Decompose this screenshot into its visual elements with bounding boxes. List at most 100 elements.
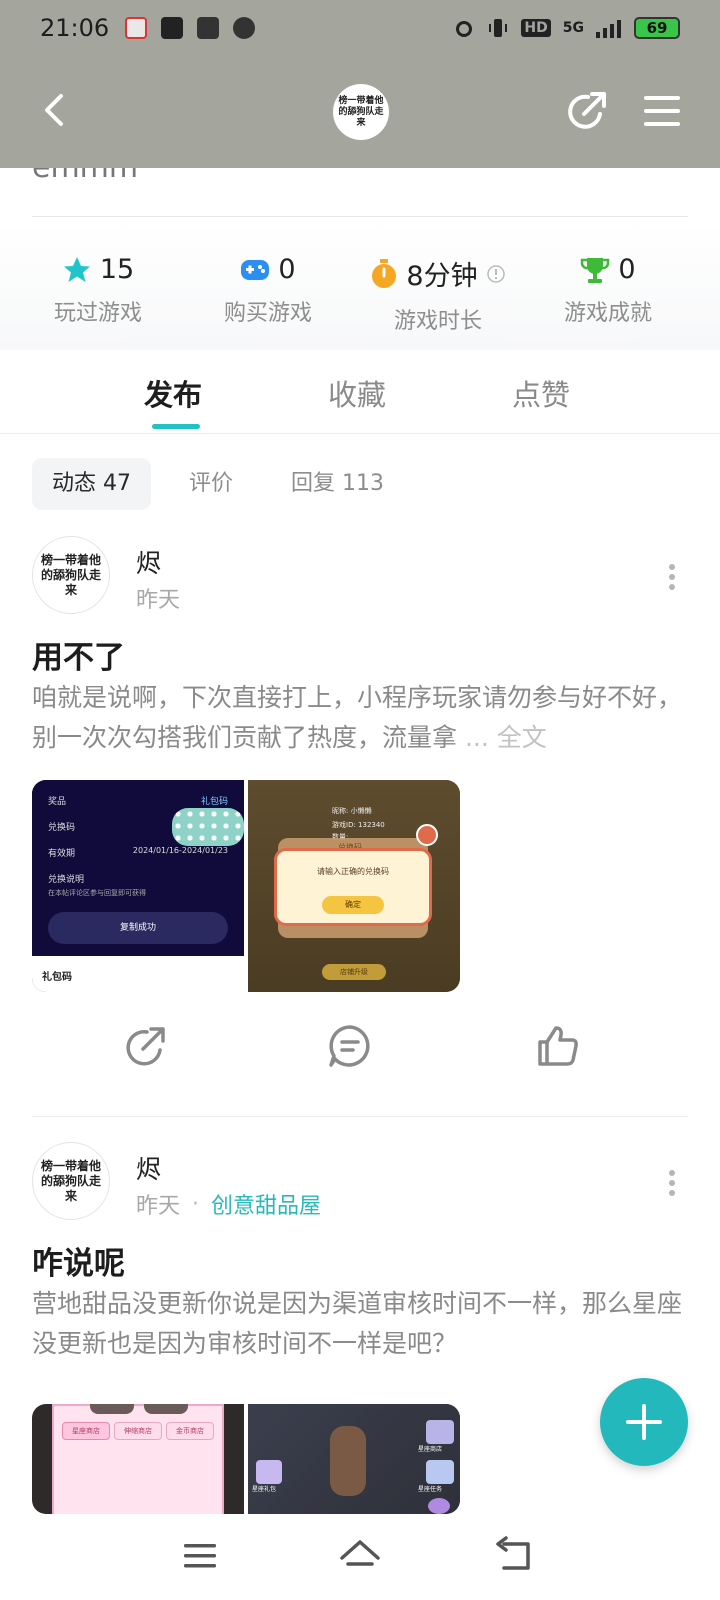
sub-tabs: 动态 47 评价 回复 113	[32, 458, 422, 510]
image-text: 确定	[322, 896, 384, 914]
post-username[interactable]: 烬	[136, 544, 161, 580]
stat-label: 游戏时长	[393, 309, 482, 334]
stat-played-games[interactable]: 15 玩过游戏	[8, 254, 188, 327]
post-username[interactable]: 烬	[136, 1150, 161, 1186]
image-text: 兑换说明	[48, 875, 85, 885]
stat-value: 0	[278, 254, 296, 285]
battery-indicator: 69	[634, 17, 680, 39]
stat-bought-games[interactable]: 0 购买游戏	[178, 254, 358, 327]
info-icon[interactable]	[486, 264, 506, 284]
signal-icon	[596, 20, 621, 38]
image-text: 礼包码	[200, 797, 228, 807]
dashen-app-icon	[161, 17, 184, 39]
post-title[interactable]: 用不了	[32, 632, 125, 677]
subtab-reviews[interactable]: 评价	[169, 458, 253, 510]
create-post-button[interactable]	[600, 1378, 688, 1466]
avatar[interactable]: 榜一带着他的舔狗队走来	[32, 536, 110, 614]
stats-panel: 15 玩过游戏 0 购买游戏 8分钟 游戏时长 0 游戏成就	[0, 220, 720, 350]
hd-badge: HD	[521, 19, 551, 37]
hamburger-menu-icon[interactable]	[642, 94, 682, 128]
stat-value: 0	[618, 254, 636, 285]
network-indicator: 5G	[562, 20, 584, 36]
home-icon[interactable]	[338, 1534, 382, 1578]
post-body[interactable]: 咱就是说啊，下次直接打上，小程序玩家请勿参与好不好，别一次次勾搭我们贡献了热度，…	[32, 678, 688, 758]
top-bar: 21:06 HD 5G 69 榜一带着他的舔狗队走来	[0, 0, 720, 168]
redacted-sticker	[172, 808, 244, 846]
post-actions	[32, 1022, 688, 1082]
post-image[interactable]: 奖品 礼包码 兑换码 有效期 2024/01/16-2024/01/23 兑换说…	[32, 780, 244, 992]
image-text: 有效期	[48, 849, 76, 859]
stat-label: 玩过游戏	[53, 301, 142, 326]
image-text: 伸缩商店	[114, 1422, 162, 1440]
post-meta: 昨天 · 创意甜品屋	[136, 1188, 321, 1220]
post-topic-link[interactable]: 创意甜品屋	[211, 1188, 321, 1220]
stat-value: 15	[99, 254, 135, 285]
image-copy-button: 复制成功	[48, 912, 228, 944]
stopwatch-icon	[372, 258, 397, 288]
image-text: 请输入正确的兑换码	[317, 867, 389, 876]
trophy-icon	[581, 257, 610, 283]
stat-achievements[interactable]: 0 游戏成就	[518, 254, 698, 327]
post-time: 昨天	[136, 588, 181, 613]
back-arrow-icon[interactable]	[34, 88, 78, 132]
star-icon	[63, 256, 90, 282]
comment-icon[interactable]	[326, 1022, 374, 1070]
wechat-icon	[233, 17, 256, 39]
post-meta: 昨天	[136, 582, 180, 614]
subtab-replies[interactable]: 回复 113	[271, 458, 404, 510]
avatar[interactable]: 榜一带着他的舔狗队走来	[32, 1142, 110, 1220]
more-options-icon[interactable]	[666, 1168, 678, 1198]
post-body[interactable]: 营地甜品没更新你说是因为渠道审核时间不一样，那么星座没更新也是因为审核时间不一样…	[32, 1284, 688, 1364]
tab-likes[interactable]: 点赞	[512, 372, 570, 414]
post-card[interactable]: 榜一带着他的舔狗队走来 烬 昨天 用不了 咱就是说啊，下次直接打上，小程序玩家请…	[32, 536, 688, 1096]
map-pin-icon	[125, 17, 148, 39]
status-bar: 21:06 HD 5G 69	[0, 0, 720, 56]
tab-indicator	[152, 424, 200, 429]
post-body-text: 营地甜品没更新你说是因为渠道审核时间不一样，那么星座没更新也是因为审核时间不一样…	[32, 1289, 683, 1358]
tab-favorites[interactable]: 收藏	[328, 372, 386, 414]
image-text: 星座商店	[62, 1422, 110, 1440]
gamepad-icon	[241, 259, 270, 280]
image-text: 2024/01/16-2024/01/23	[132, 846, 228, 855]
meta-separator: ·	[192, 1191, 200, 1217]
like-icon[interactable]	[534, 1022, 582, 1070]
image-text: 在本帖评论区参与回复即可获得	[48, 889, 146, 897]
system-nav-bar	[0, 1514, 720, 1600]
tab-publish[interactable]: 发布	[144, 372, 202, 414]
stat-label: 购买游戏	[223, 301, 312, 326]
image-text: 游戏ID: 132340	[332, 821, 385, 829]
status-time: 21:06	[40, 14, 110, 42]
divider	[32, 1116, 688, 1117]
stat-value: 8分钟	[406, 261, 478, 292]
share-icon[interactable]	[564, 88, 610, 134]
post-images: 奖品 礼包码 兑换码 有效期 2024/01/16-2024/01/23 兑换说…	[32, 780, 460, 992]
content-tabs: 发布 收藏 点赞	[0, 352, 720, 434]
header-avatar[interactable]: 榜一带着他的舔狗队走来	[333, 84, 389, 140]
expand-full-text-link[interactable]: ... 全文	[465, 723, 547, 752]
stat-label: 游戏成就	[563, 301, 652, 326]
image-text: 星座商店	[418, 1446, 443, 1453]
post-image[interactable]: 星座商店 星座礼包 星座任务	[248, 1404, 460, 1514]
image-text: 兑换码	[48, 823, 76, 833]
stat-play-time[interactable]: 8分钟 游戏时长	[348, 254, 528, 335]
image-caption: 礼包码	[42, 972, 72, 983]
header: 榜一带着他的舔狗队走来	[0, 68, 720, 154]
subtab-posts[interactable]: 动态 47	[32, 458, 151, 510]
image-text: 星座礼包	[252, 1486, 277, 1493]
divider	[32, 216, 688, 217]
post-image[interactable]: 昵称: 小懒懒 游戏ID: 132340 数量: 兑换码 请输入正确的兑换码 确…	[248, 780, 460, 992]
post-image[interactable]: 星座商店 伸缩商店 金币商店	[32, 1404, 244, 1514]
post-images: 星座商店 伸缩商店 金币商店 星座商店 星座礼包 星座任务	[32, 1404, 460, 1514]
image-text: 金币商店	[166, 1422, 214, 1440]
image-text: 昵称: 小懒懒	[332, 807, 372, 815]
menu-icon[interactable]	[178, 1534, 222, 1578]
image-text: 星座任务	[418, 1486, 443, 1493]
vibrate-icon	[489, 19, 508, 37]
post-title[interactable]: 咋说呢	[32, 1238, 125, 1283]
shopping-bag-icon	[197, 17, 220, 39]
post-card[interactable]: 榜一带着他的舔狗队走来 烬 昨天 · 创意甜品屋 咋说呢 营地甜品没更新你说是因…	[32, 1142, 688, 1522]
back-icon[interactable]	[494, 1534, 538, 1578]
share-icon[interactable]	[122, 1022, 170, 1070]
image-text: 奖品	[48, 797, 67, 807]
more-options-icon[interactable]	[666, 562, 678, 592]
